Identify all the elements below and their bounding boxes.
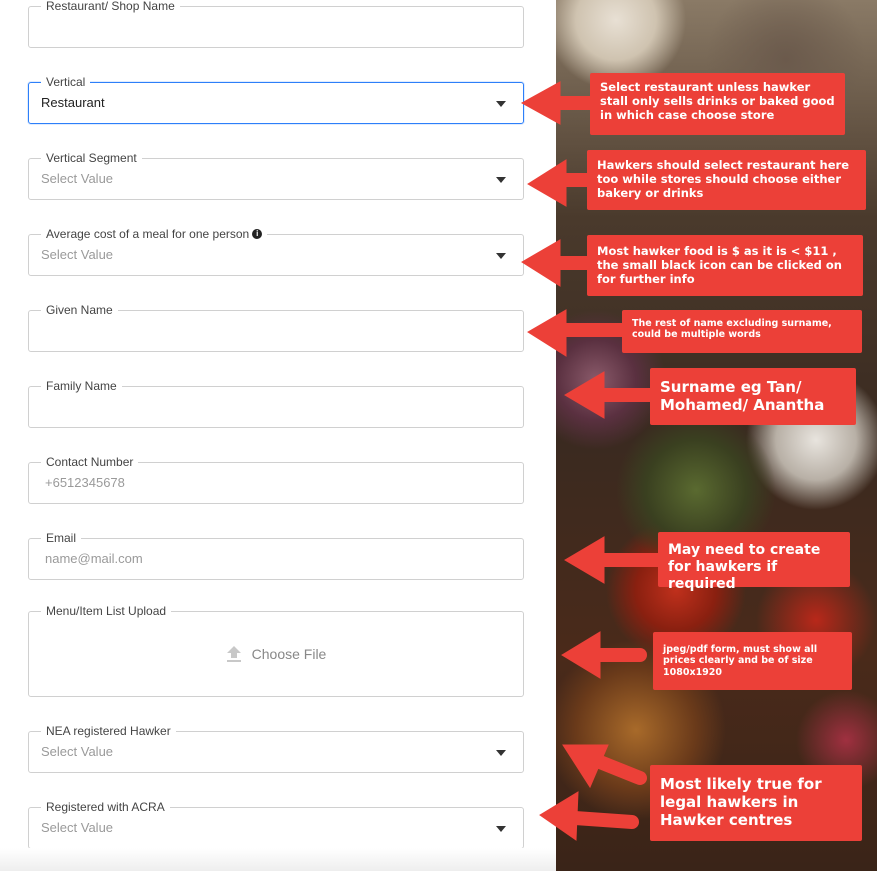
placeholder: Select Value <box>41 744 114 759</box>
field-label: NEA registered Hawker <box>41 724 176 738</box>
annotation-callout: Surname eg Tan/ Mohamed/ Anantha <box>650 368 856 425</box>
chevron-down-icon <box>496 101 506 107</box>
signup-form: Restaurant/ Shop Name Vertical Restauran… <box>0 0 556 871</box>
annotation-callout: May need to create for hawkers if requir… <box>658 532 850 592</box>
selected-value: Restaurant <box>41 95 105 110</box>
chevron-down-icon <box>496 253 506 259</box>
chevron-down-icon <box>496 177 506 183</box>
placeholder: +6512345678 <box>45 475 125 490</box>
placeholder: Select Value <box>41 820 114 835</box>
contact-number-input[interactable]: Contact Number +6512345678 <box>28 455 524 504</box>
field-label: Family Name <box>41 379 122 393</box>
vertical-segment-select[interactable]: Vertical Segment Select Value <box>28 151 524 200</box>
given-name-input[interactable]: Given Name <box>28 303 524 352</box>
field-label: Registered with ACRA <box>41 800 170 814</box>
email-input[interactable]: Email name@mail.com <box>28 531 524 580</box>
annotation-callout: Most hawker food is $ as it is < $11 , t… <box>587 235 863 296</box>
chevron-down-icon <box>496 826 506 832</box>
field-label: Menu/Item List Upload <box>41 604 172 618</box>
annotation-callout: Select restaurant unless hawker stall on… <box>590 73 845 135</box>
shop-name-input[interactable]: Restaurant/ Shop Name <box>28 0 524 48</box>
field-label: Contact Number <box>41 455 139 469</box>
annotation-callout: Hawkers should select restaurant here to… <box>587 150 866 210</box>
nea-hawker-select[interactable]: NEA registered Hawker Select Value <box>28 724 524 773</box>
acra-select[interactable]: Registered with ACRA Select Value <box>28 800 524 849</box>
placeholder: Select Value <box>41 171 114 186</box>
field-label: Vertical <box>41 75 91 89</box>
choose-file-label: Choose File <box>251 646 327 662</box>
chevron-down-icon <box>496 750 506 756</box>
annotation-callout: The rest of name excluding surname, coul… <box>622 310 862 353</box>
upload-icon <box>226 646 241 662</box>
vertical-select[interactable]: Vertical Restaurant <box>28 75 524 124</box>
field-label: Restaurant/ Shop Name <box>41 0 180 13</box>
average-cost-select[interactable]: Average cost of a meal for one person i S… <box>28 227 524 276</box>
field-label: Vertical Segment <box>41 151 142 165</box>
placeholder: Select Value <box>41 247 114 262</box>
menu-upload-dropzone[interactable]: Menu/Item List Upload Choose File <box>28 604 524 697</box>
family-name-input[interactable]: Family Name <box>28 379 524 428</box>
annotation-callout: jpeg/pdf form, must show all prices clea… <box>653 632 852 690</box>
field-label: Given Name <box>41 303 118 317</box>
annotation-callout: Most likely true for legal hawkers in Ha… <box>650 765 862 841</box>
field-label: Email <box>41 531 82 545</box>
bottom-fade <box>0 848 556 871</box>
field-label: Average cost of a meal for one person i <box>41 227 268 241</box>
placeholder: name@mail.com <box>45 551 143 566</box>
choose-file-button[interactable]: Choose File <box>29 645 523 663</box>
info-icon[interactable]: i <box>252 229 263 239</box>
label-text: Average cost of a meal for one person <box>46 227 250 241</box>
